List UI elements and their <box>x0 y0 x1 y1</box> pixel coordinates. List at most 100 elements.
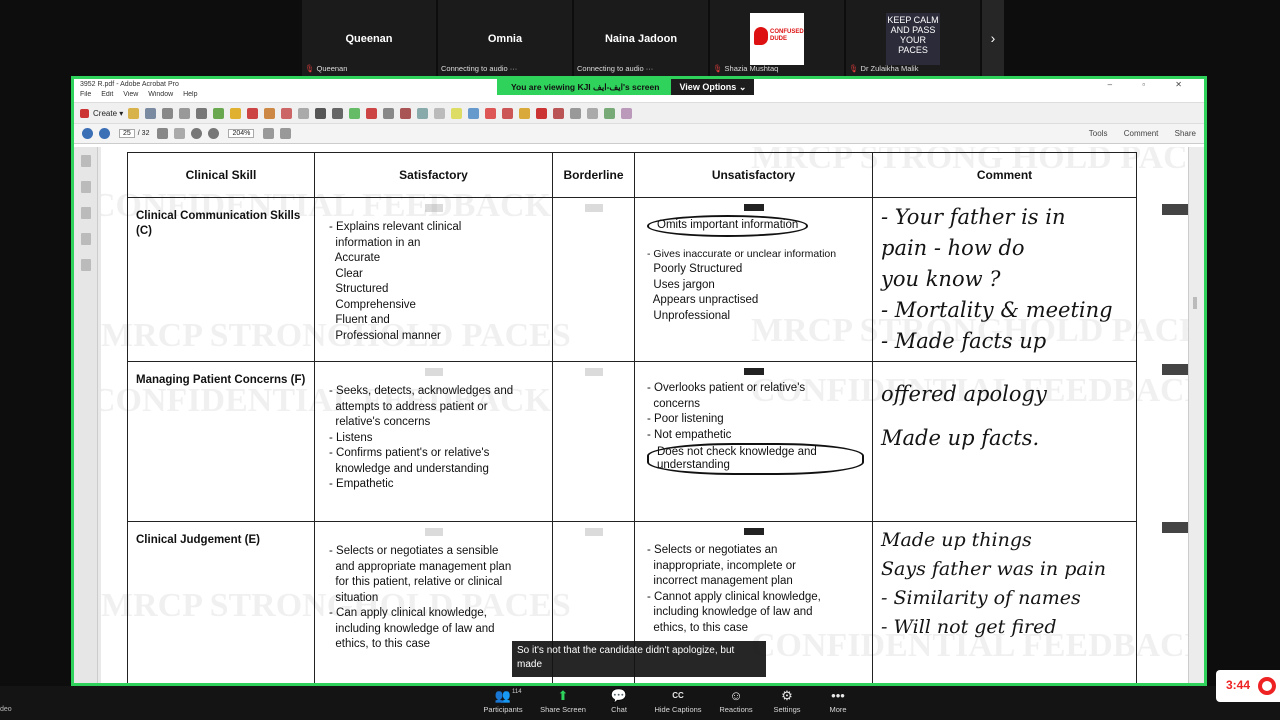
mic-muted-icon: 🎙 <box>849 64 859 73</box>
ink-icon[interactable] <box>553 107 565 119</box>
crop-icon[interactable] <box>502 107 514 119</box>
link-icon[interactable] <box>468 107 480 119</box>
participant-label: Connecting to audio ··· <box>577 64 654 73</box>
sticky-note-icon[interactable] <box>230 107 242 119</box>
skill-cell: Managing Patient Concerns (F) <box>127 361 315 522</box>
circled-item: Does not check knowledge and understandi… <box>647 443 864 475</box>
form-icon[interactable] <box>604 107 616 119</box>
camera-icon[interactable] <box>570 107 582 119</box>
select-tool-icon[interactable] <box>157 128 169 139</box>
menu-window[interactable]: Window <box>148 91 173 98</box>
save-icon[interactable] <box>145 107 157 119</box>
rectangle-icon[interactable] <box>485 107 497 119</box>
layers-icon[interactable] <box>80 259 91 271</box>
record-icon <box>1258 677 1276 695</box>
table-row: Managing Patient Concerns (F) - Seeks, d… <box>127 361 1137 522</box>
margin-stamp <box>1162 364 1188 375</box>
strikethrough-icon[interactable] <box>366 107 378 119</box>
next-page-icon[interactable] <box>99 128 110 139</box>
participant-tile[interactable]: Naina Jadoon Connecting to audio ··· <box>574 0 708 76</box>
typewriter-icon[interactable] <box>417 107 429 119</box>
reactions-icon: ☺ <box>729 688 743 703</box>
navigation-toolbar: 25 / 32 204% Tools Comment Share <box>74 124 1204 144</box>
gear-icon: ⚙ <box>781 688 793 703</box>
pages-panel-icon[interactable] <box>80 155 91 167</box>
participant-tile[interactable]: Omnia Connecting to audio ··· <box>438 0 572 76</box>
more-button[interactable]: ••• More <box>810 689 866 714</box>
menu-edit[interactable]: Edit <box>101 91 113 98</box>
comment-icon[interactable] <box>213 107 225 119</box>
column-header: Comment <box>872 152 1137 198</box>
menu-help[interactable]: Help <box>183 91 197 98</box>
menu-file[interactable]: File <box>80 91 91 98</box>
attach-icon[interactable] <box>264 107 276 119</box>
hide-captions-button[interactable]: CC Hide Captions <box>650 689 706 714</box>
stamp-icon[interactable] <box>247 107 259 119</box>
participant-tile[interactable]: KEEP CALM AND PASS YOUR PACES 🎙 Dr Zulaik… <box>846 0 980 76</box>
edit-text-icon[interactable] <box>349 107 361 119</box>
checked-mark <box>743 368 764 375</box>
hand-tool-icon[interactable] <box>174 128 186 139</box>
reactions-button[interactable]: ☺ Reactions <box>708 689 764 714</box>
search-icon[interactable] <box>621 107 633 119</box>
create-button[interactable]: Create ▾ <box>80 108 123 118</box>
comment-cell: offered apology Made up facts. <box>872 361 1137 522</box>
document-area: MRCP STRONG HOLD PACES CONFIDENTIAL FEED… <box>74 147 1204 683</box>
satisfactory-cell: - Explains relevant clinical information… <box>314 197 553 362</box>
settings-icon[interactable] <box>196 107 208 119</box>
zoom-in-icon[interactable] <box>208 128 220 139</box>
vertical-scrollbar[interactable] <box>1188 147 1204 683</box>
chat-button[interactable]: 💬 Chat <box>591 689 647 714</box>
fit-width-icon[interactable] <box>280 128 292 139</box>
checked-mark <box>743 528 764 535</box>
pdf-page[interactable]: MRCP STRONG HOLD PACES CONFIDENTIAL FEED… <box>101 147 1188 683</box>
meeting-controls: 👥 114 Participants ⬆ Share Screen 💬 Chat… <box>0 686 1280 720</box>
view-options-button[interactable]: View Options ⌄ <box>671 79 755 95</box>
participant-label: Connecting to audio ··· <box>441 64 518 73</box>
box-icon[interactable] <box>434 107 446 119</box>
pencil-icon[interactable] <box>451 107 463 119</box>
open-icon[interactable] <box>128 107 140 119</box>
column-header: Unsatisfactory <box>634 152 873 198</box>
share-link[interactable]: Share <box>1175 129 1196 138</box>
comment-link[interactable]: Comment <box>1124 129 1159 138</box>
zoom-out-icon[interactable] <box>191 128 203 139</box>
redact-icon[interactable] <box>400 107 412 119</box>
bookmarks-icon[interactable] <box>80 181 91 193</box>
participants-button[interactable]: 👥 114 Participants <box>475 689 531 714</box>
margin-stamp <box>1162 204 1188 215</box>
recording-indicator[interactable]: 3:44 <box>1216 670 1280 702</box>
select-icon[interactable] <box>315 107 327 119</box>
measure-icon[interactable] <box>587 107 599 119</box>
underline-icon[interactable] <box>383 107 395 119</box>
window-controls[interactable]: – ▫ ✕ <box>1108 80 1196 89</box>
text-icon[interactable] <box>332 107 344 119</box>
print-icon[interactable] <box>162 107 174 119</box>
column-header: Satisfactory <box>314 152 553 198</box>
next-page-chevron-icon[interactable]: › <box>982 0 1004 76</box>
sign-icon[interactable] <box>536 107 548 119</box>
shape-icon[interactable] <box>298 107 310 119</box>
email-icon[interactable] <box>179 107 191 119</box>
fit-page-icon[interactable] <box>263 128 275 139</box>
share-screen-button[interactable]: ⬆ Share Screen <box>535 689 591 714</box>
pin-icon[interactable] <box>519 107 531 119</box>
menu-view[interactable]: View <box>123 91 138 98</box>
page-total: / 32 <box>137 130 150 137</box>
settings-button[interactable]: ⚙ Settings <box>759 689 815 714</box>
participant-label: Shazia Mushtaq <box>724 64 779 73</box>
attachments-icon[interactable] <box>80 207 91 219</box>
participant-avatar: CONFUSED DUDE <box>750 13 804 65</box>
highlight-icon[interactable] <box>281 107 293 119</box>
participant-tile[interactable]: CONFUSED DUDE 🎙 Shazia Mushtaq <box>710 0 844 76</box>
prev-page-icon[interactable] <box>82 128 93 139</box>
page-number-input[interactable]: 25 <box>119 129 135 138</box>
window-title: 3952 R.pdf - Adobe Acrobat Pro <box>80 81 179 88</box>
zoom-level-select[interactable]: 204% <box>228 129 255 138</box>
table-row: Clinical Communication Skills (C) - Expl… <box>127 197 1137 362</box>
participant-tile[interactable]: Queenan 🎙 Queenan <box>302 0 436 76</box>
navigation-pane <box>74 147 98 683</box>
participant-name: Naina Jadoon <box>604 33 678 45</box>
signatures-icon[interactable] <box>80 233 91 245</box>
tools-link[interactable]: Tools <box>1089 129 1108 138</box>
